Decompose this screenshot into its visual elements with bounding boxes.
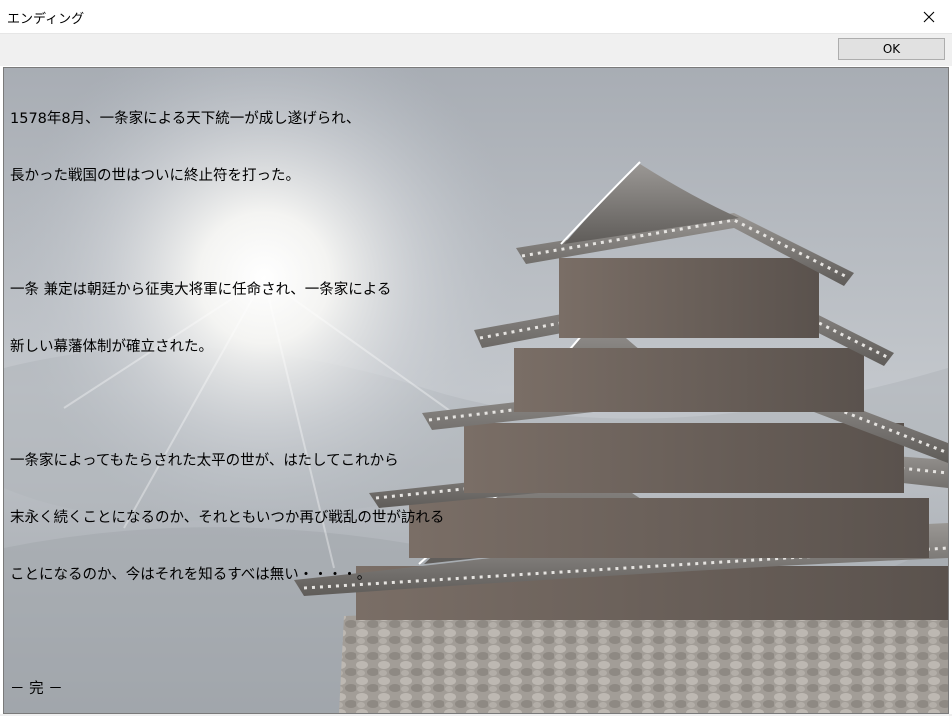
ending-message: 1578年8月、一条家による天下統一が成し遂げられ、 長かった戦国の世はついに終… (10, 72, 570, 713)
message-line: 末永く続くことになるのか、それともいつか再び戦乱の世が訪れる (10, 510, 445, 526)
ok-button[interactable]: OK (838, 38, 945, 60)
the-end-line: － 完 － (10, 681, 63, 697)
message-line: ことになるのか、今はそれを知るすべは無い・・・・。 (10, 567, 372, 583)
close-icon (923, 11, 935, 22)
message-line: 1578年8月、一条家による天下統一が成し遂げられ、 (10, 111, 361, 127)
message-line: 新しい幕藩体制が確立された。 (10, 339, 213, 355)
message-line: 一条家によってもたらされた太平の世が、はたしてこれから (10, 453, 399, 469)
toolbar (0, 34, 952, 66)
message-line: 一条 兼定は朝廷から征夷大将軍に任命され、一条家による (10, 282, 392, 298)
message-line: 長かった戦国の世はついに終止符を打った。 (10, 168, 300, 184)
window-title: エンディング (7, 12, 85, 27)
title-bar: エンディング (0, 0, 952, 34)
close-button[interactable] (906, 0, 952, 33)
ending-message-panel: 1578年8月、一条家による天下統一が成し遂げられ、 長かった戦国の世はついに終… (3, 67, 949, 714)
